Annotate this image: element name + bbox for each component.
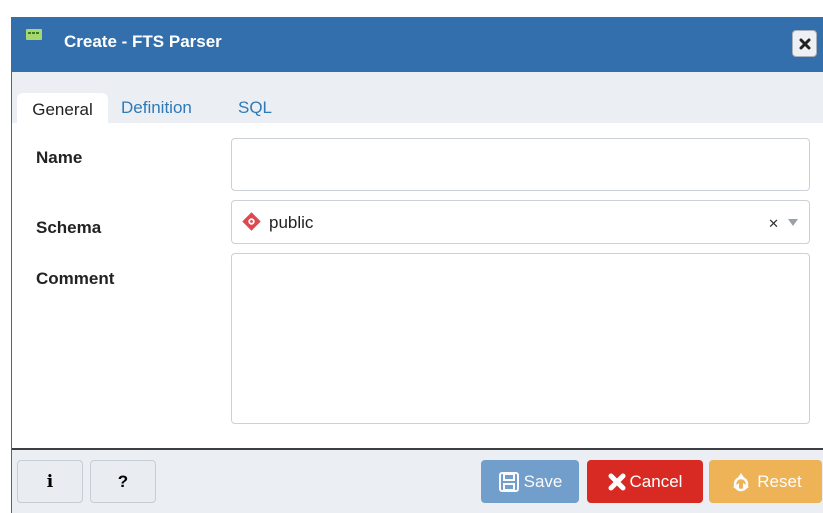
schema-icon [242,212,261,231]
cancel-label: Cancel [629,471,683,491]
comment-textarea[interactable] [231,253,810,424]
help-button[interactable]: ? [90,460,156,503]
general-panel: Name Schema public ✕ Comment [12,123,823,448]
schema-label: Schema [36,218,102,237]
close-button[interactable] [792,30,817,57]
tab-definition[interactable]: Definition [121,98,192,118]
cancel-button[interactable]: Cancel [587,460,703,503]
tab-general[interactable]: General [17,93,108,123]
info-button[interactable]: i [17,460,83,503]
floppy-icon [498,471,520,493]
chevron-down-icon[interactable] [788,219,798,226]
name-input[interactable] [231,138,810,191]
comment-label: Comment [36,269,115,288]
info-icon: i [46,471,54,492]
clear-icon[interactable]: ✕ [768,216,779,232]
close-icon [799,38,810,49]
dialog-footer: i ? Save Cancel Reset [12,448,823,513]
tab-bar: General Definition SQL [12,72,823,123]
reset-label: Reset [757,471,802,491]
schema-select[interactable]: public ✕ [231,200,810,244]
help-icon: ? [117,471,129,491]
create-fts-parser-dialog: Create - FTS Parser General Definition S… [11,17,823,513]
save-label: Save [523,471,563,491]
fts-parser-icon [26,29,42,40]
tab-sql[interactable]: SQL [238,98,272,118]
dialog-titlebar[interactable]: Create - FTS Parser [12,17,823,72]
x-icon [608,473,626,491]
schema-value: public [269,213,314,232]
dialog-title: Create - FTS Parser [64,32,222,51]
name-label: Name [36,148,83,167]
save-button[interactable]: Save [481,460,579,503]
recycle-icon [729,470,753,494]
reset-button[interactable]: Reset [709,460,822,503]
